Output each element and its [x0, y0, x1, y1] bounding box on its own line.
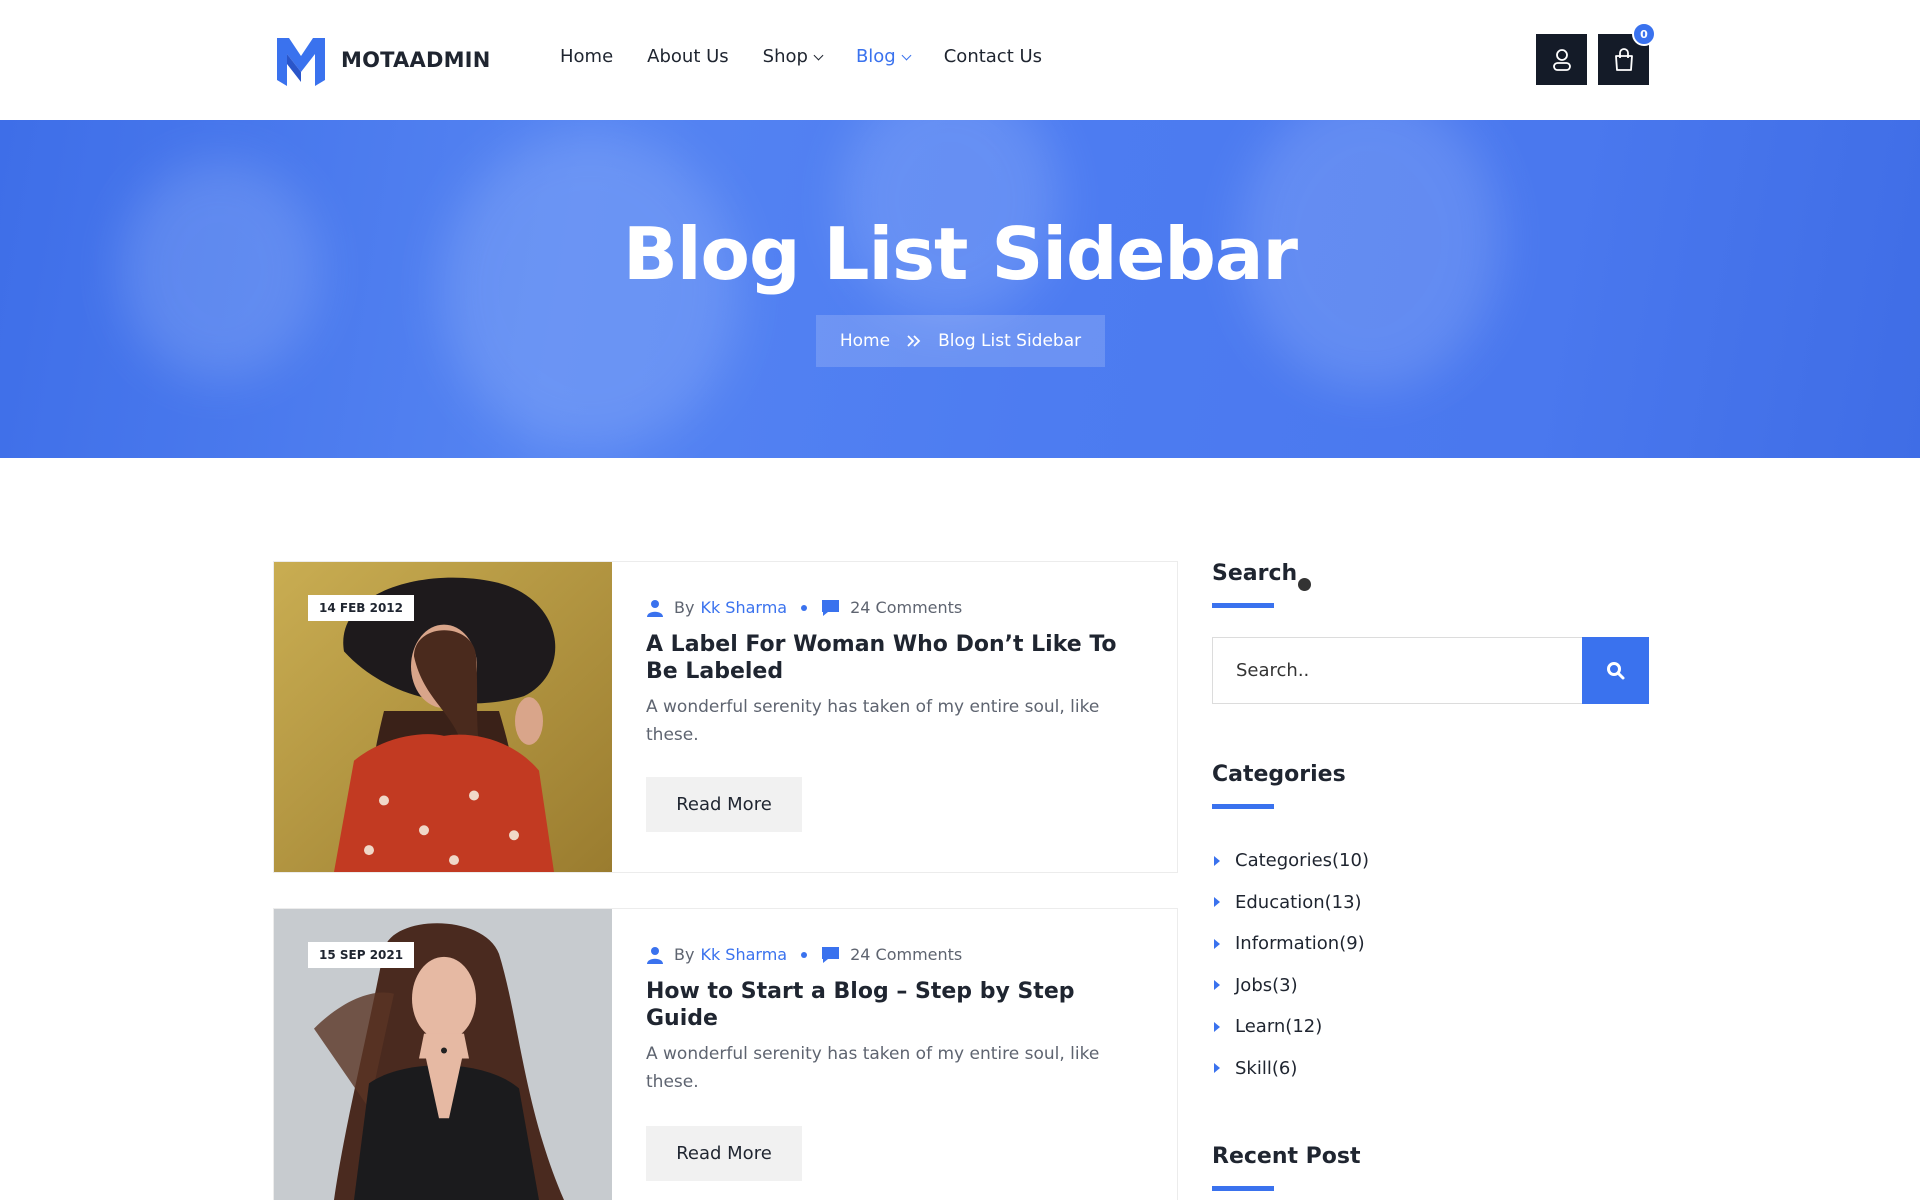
nav-item-label: Contact Us	[943, 46, 1043, 67]
post-excerpt: A wonderful serenity has taken of my ent…	[646, 1044, 1100, 1092]
post-meta: By Kk Sharma 24 Comments	[646, 945, 1146, 964]
search-widget-title: Search	[1212, 561, 1298, 586]
chevron-down-icon	[813, 50, 824, 60]
widget-title-underline	[1212, 603, 1274, 608]
caret-right-icon	[1214, 980, 1220, 991]
post-meta: By Kk Sharma 24 Comments	[646, 598, 1146, 617]
nav-item-label: Home	[560, 46, 614, 67]
post-date-tag: 14 FEB 2012	[308, 595, 414, 621]
breadcrumb-current: Blog List Sidebar	[938, 331, 1082, 351]
double-chevron-right-icon	[907, 335, 921, 347]
widget-title-underline	[1212, 804, 1274, 809]
category-list: Categories(10) Education(13) Information…	[1212, 840, 1369, 1089]
category-link[interactable]: Categories(10)	[1235, 850, 1369, 871]
widget-title-underline	[1212, 1186, 1274, 1191]
list-item: Categories(10)	[1212, 840, 1369, 882]
post-body: By Kk Sharma 24 Comments A Label For Wom…	[646, 598, 1146, 832]
category-link[interactable]: Jobs(3)	[1235, 975, 1298, 996]
comment-icon	[822, 599, 840, 616]
comment-icon	[822, 946, 840, 963]
breadcrumb: Home Blog List Sidebar	[816, 315, 1105, 367]
nav-item-shop[interactable]: Shop	[762, 46, 824, 67]
cursor-dot	[1298, 578, 1311, 591]
nav-item-home[interactable]: Home	[560, 46, 613, 67]
account-button[interactable]	[1536, 34, 1587, 85]
post-author-prefix: By	[674, 598, 695, 617]
meta-separator-dot	[801, 951, 808, 958]
post-body: By Kk Sharma 24 Comments How to Start a …	[646, 945, 1146, 1181]
user-icon	[1552, 48, 1571, 71]
nav-item-about-us[interactable]: About Us	[647, 46, 729, 67]
category-link[interactable]: Skill(6)	[1235, 1058, 1297, 1079]
nav-item-contact-us[interactable]: Contact Us	[944, 46, 1042, 67]
page-banner: Blog List Sidebar Home Blog List Sidebar	[0, 120, 1920, 458]
caret-right-icon	[1214, 855, 1220, 866]
brand-name: MOTAADMIN	[341, 48, 491, 72]
chevron-down-icon	[901, 50, 912, 60]
breadcrumb-home-link[interactable]: Home	[840, 331, 890, 351]
main-nav: Home About Us Shop Blog Contact Us	[560, 46, 1042, 67]
list-item: Information(9)	[1212, 923, 1369, 965]
post-thumbnail[interactable]: 15 SEP 2021	[274, 909, 612, 1200]
caret-right-icon	[1214, 897, 1220, 908]
shopping-bag-icon	[1614, 47, 1633, 71]
category-link[interactable]: Education(13)	[1235, 892, 1362, 913]
nav-item-label: Shop	[762, 46, 808, 67]
nav-item-label: About Us	[647, 46, 729, 67]
site-header: MOTAADMIN Home About Us Shop Blog Contac…	[0, 0, 1920, 120]
search-button[interactable]	[1582, 637, 1649, 704]
blog-post-card: 15 SEP 2021 By Kk Sharma 24 Comments How…	[273, 908, 1178, 1200]
nav-item-blog[interactable]: Blog	[855, 46, 912, 67]
cart-count-badge: 0	[1632, 22, 1656, 46]
post-author-link[interactable]: Kk Sharma	[700, 598, 787, 617]
page-title: Blog List Sidebar	[622, 212, 1298, 296]
post-title[interactable]: A Label For Woman Who Don’t Like To Be L…	[646, 631, 1146, 685]
categories-widget-title: Categories	[1212, 762, 1346, 787]
caret-right-icon	[1214, 1063, 1220, 1074]
list-item: Jobs(3)	[1212, 965, 1369, 1007]
list-item: Learn(12)	[1212, 1006, 1369, 1048]
user-icon	[647, 946, 663, 964]
search-icon	[1606, 661, 1624, 679]
post-author-prefix: By	[674, 945, 695, 964]
user-icon	[647, 599, 663, 617]
m-logo-icon	[277, 38, 325, 86]
blog-post-card: 14 FEB 2012 By Kk Sharma 24 Comments A L…	[273, 561, 1178, 873]
post-comments-link[interactable]: 24 Comments	[850, 598, 962, 617]
read-more-button[interactable]: Read More	[646, 1126, 802, 1181]
post-date-tag: 15 SEP 2021	[308, 942, 415, 968]
post-thumbnail[interactable]: 14 FEB 2012	[274, 562, 612, 872]
search-input[interactable]	[1212, 637, 1582, 704]
post-comments-link[interactable]: 24 Comments	[850, 945, 962, 964]
recent-post-widget-title: Recent Post	[1212, 1144, 1361, 1169]
search-form	[1212, 637, 1649, 704]
category-link[interactable]: Learn(12)	[1235, 1016, 1322, 1037]
list-item: Education(13)	[1212, 882, 1369, 924]
category-link[interactable]: Information(9)	[1235, 933, 1365, 954]
post-excerpt: A wonderful serenity has taken of my ent…	[646, 697, 1100, 745]
brand-logo-link[interactable]: MOTAADMIN	[273, 31, 490, 89]
post-author-link[interactable]: Kk Sharma	[700, 945, 787, 964]
caret-right-icon	[1214, 1021, 1220, 1032]
caret-right-icon	[1214, 938, 1220, 949]
list-item: Skill(6)	[1212, 1048, 1369, 1090]
post-title[interactable]: How to Start a Blog – Step by Step Guide	[646, 978, 1146, 1032]
read-more-button[interactable]: Read More	[646, 777, 802, 832]
nav-item-label: Blog	[855, 46, 896, 67]
meta-separator-dot	[801, 604, 808, 611]
